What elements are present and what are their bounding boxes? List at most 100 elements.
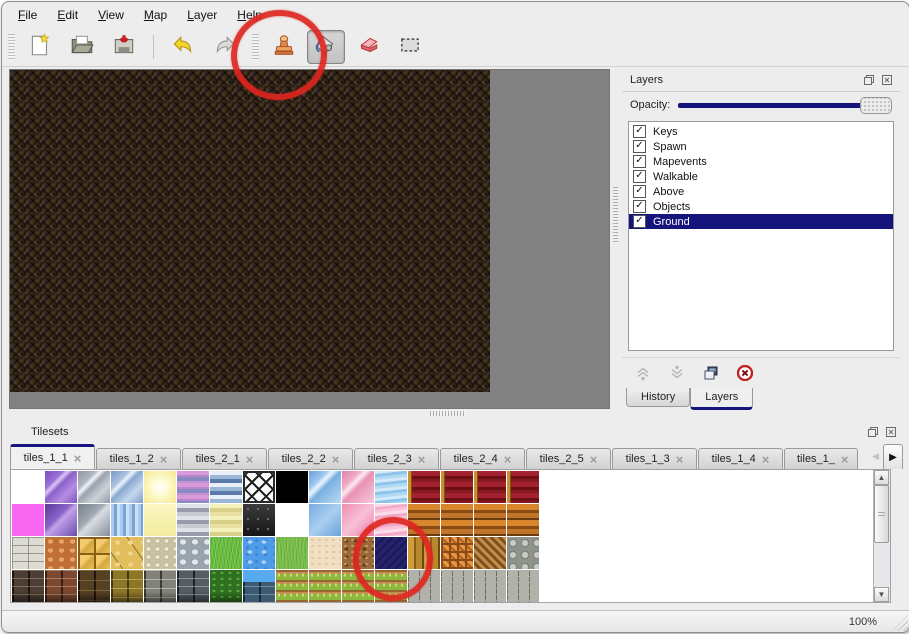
water-wall-tile[interactable] <box>243 570 275 602</box>
curtain-red-tile[interactable] <box>507 471 539 503</box>
pale-yellow-tile[interactable] <box>144 504 176 536</box>
layer-checkbox[interactable]: ✓ <box>633 215 646 228</box>
tab-close-icon[interactable]: × <box>504 454 512 465</box>
cobble-orange-tile[interactable] <box>45 537 77 569</box>
new-file-button[interactable] <box>21 30 59 64</box>
open-file-button[interactable] <box>63 30 101 64</box>
palette-scrollbar[interactable]: ▲ ▼ <box>873 470 890 602</box>
tab-close-icon[interactable]: × <box>160 454 168 465</box>
glass-purple-tile[interactable] <box>45 471 77 503</box>
layer-row-above[interactable]: ✓Above <box>629 184 893 199</box>
tileset-tab-tiles_1_3[interactable]: tiles_1_3× <box>612 448 697 469</box>
eraser-tool-button[interactable] <box>349 30 387 64</box>
lattice-tile[interactable] <box>243 471 275 503</box>
tileset-tab-tiles_1_1[interactable]: tiles_1_1× <box>10 444 95 469</box>
tab-close-icon[interactable]: × <box>676 454 684 465</box>
menu-item-map[interactable]: Map <box>134 5 177 25</box>
menu-item-edit[interactable]: Edit <box>47 5 88 25</box>
curtain-red-tile[interactable] <box>441 471 473 503</box>
tileset-tab-tiles_2_4[interactable]: tiles_2_4× <box>440 448 525 469</box>
grass-green-tile[interactable] <box>276 537 308 569</box>
scroll-down-icon[interactable]: ▼ <box>874 587 889 602</box>
wood-shelf-tile[interactable] <box>441 504 473 536</box>
layer-row-spawn[interactable]: ✓Spawn <box>629 139 893 154</box>
glass-purple-dark-tile[interactable] <box>45 504 77 536</box>
stone-cracked-tile[interactable] <box>111 537 143 569</box>
pebbles-beige-tile[interactable] <box>144 537 176 569</box>
duplicate-layer-button[interactable] <box>702 364 720 382</box>
water-shimmer-tile[interactable] <box>111 504 143 536</box>
tab-close-icon[interactable]: × <box>590 454 598 465</box>
scroll-tabs-right-icon[interactable]: ▶ <box>883 444 903 469</box>
save-file-button[interactable] <box>105 30 143 64</box>
brick-gray-tile[interactable] <box>177 570 209 602</box>
stripes-violet-tile[interactable] <box>177 471 209 503</box>
vertical-splitter[interactable] <box>611 69 621 409</box>
blocks-gray-tile[interactable] <box>144 570 176 602</box>
scrollbar-thumb[interactable] <box>874 485 889 543</box>
toolbar-grip[interactable] <box>8 34 15 60</box>
tab-close-icon[interactable]: × <box>841 454 849 465</box>
stripes-gray-tile[interactable] <box>177 504 209 536</box>
map-filled-region[interactable] <box>10 70 490 392</box>
glow-yellow-tile[interactable] <box>144 471 176 503</box>
resize-grip[interactable] <box>892 615 908 631</box>
scroll-up-icon[interactable]: ▲ <box>874 470 889 485</box>
black-tile[interactable] <box>276 471 308 503</box>
tab-close-icon[interactable]: × <box>74 453 82 464</box>
tab-layers[interactable]: Layers <box>690 388 753 410</box>
raise-layer-button[interactable] <box>634 364 652 382</box>
curtain-red-tile[interactable] <box>474 471 506 503</box>
herringbone-tile[interactable] <box>474 537 506 569</box>
close-panel-button[interactable] <box>880 73 894 87</box>
menu-item-file[interactable]: File <box>8 5 47 25</box>
tileset-tab-tiles_1_2[interactable]: tiles_1_2× <box>96 448 181 469</box>
empty-tile[interactable] <box>276 504 308 536</box>
stripes-yellow-tile[interactable] <box>210 504 242 536</box>
splitter-grip[interactable] <box>430 411 466 416</box>
glass-skyblue-tile[interactable] <box>309 471 341 503</box>
glass-silver-tile[interactable] <box>78 471 110 503</box>
layer-row-objects[interactable]: ✓Objects <box>629 199 893 214</box>
blocks-gold-tile[interactable] <box>111 570 143 602</box>
brick-stone-tile[interactable] <box>441 570 473 602</box>
layer-checkbox[interactable]: ✓ <box>633 170 646 183</box>
layer-checkbox[interactable]: ✓ <box>633 185 646 198</box>
curtain-blue-tile[interactable] <box>375 471 407 503</box>
layer-row-mapevents[interactable]: ✓Mapevents <box>629 154 893 169</box>
magenta-tile[interactable] <box>12 504 44 536</box>
tileset-tab-tiles_1_4[interactable]: tiles_1_4× <box>698 448 783 469</box>
opacity-slider-handle[interactable] <box>860 97 892 114</box>
tab-close-icon[interactable]: × <box>762 454 770 465</box>
undo-button[interactable] <box>164 30 202 64</box>
wood-shelf-tile[interactable] <box>507 504 539 536</box>
wood-shelf-tile[interactable] <box>474 504 506 536</box>
layer-checkbox[interactable]: ✓ <box>633 200 646 213</box>
lower-layer-button[interactable] <box>668 364 686 382</box>
sand-tile[interactable] <box>309 537 341 569</box>
float-panel-button[interactable] <box>866 425 880 439</box>
metal-plate-tile[interactable] <box>243 504 275 536</box>
pane-blue-tile[interactable] <box>309 504 341 536</box>
map-canvas[interactable] <box>9 69 610 409</box>
tileset-tab-tiles_2_1[interactable]: tiles_2_1× <box>182 448 267 469</box>
empty-tile[interactable] <box>12 471 44 503</box>
weave-orange-tile[interactable] <box>441 537 473 569</box>
tiles-gold-tile[interactable] <box>78 537 110 569</box>
layer-row-keys[interactable]: ✓Keys <box>629 124 893 139</box>
layer-row-walkable[interactable]: ✓Walkable <box>629 169 893 184</box>
brick-stone-tile[interactable] <box>474 570 506 602</box>
water-tile[interactable] <box>243 537 275 569</box>
tab-close-icon[interactable]: × <box>332 454 340 465</box>
delete-layer-button[interactable] <box>736 364 754 382</box>
brick-dark-tile[interactable] <box>12 570 44 602</box>
layer-row-ground[interactable]: ✓Ground <box>629 214 893 229</box>
tab-close-icon[interactable]: × <box>418 454 426 465</box>
logs-gray-tile[interactable] <box>507 537 539 569</box>
float-panel-button[interactable] <box>862 73 876 87</box>
layer-checkbox[interactable]: ✓ <box>633 155 646 168</box>
tileset-tab-tiles_2_2[interactable]: tiles_2_2× <box>268 448 353 469</box>
curtain-red-tile[interactable] <box>408 471 440 503</box>
brick-stone-tile[interactable] <box>507 570 539 602</box>
layer-checkbox[interactable]: ✓ <box>633 125 646 138</box>
